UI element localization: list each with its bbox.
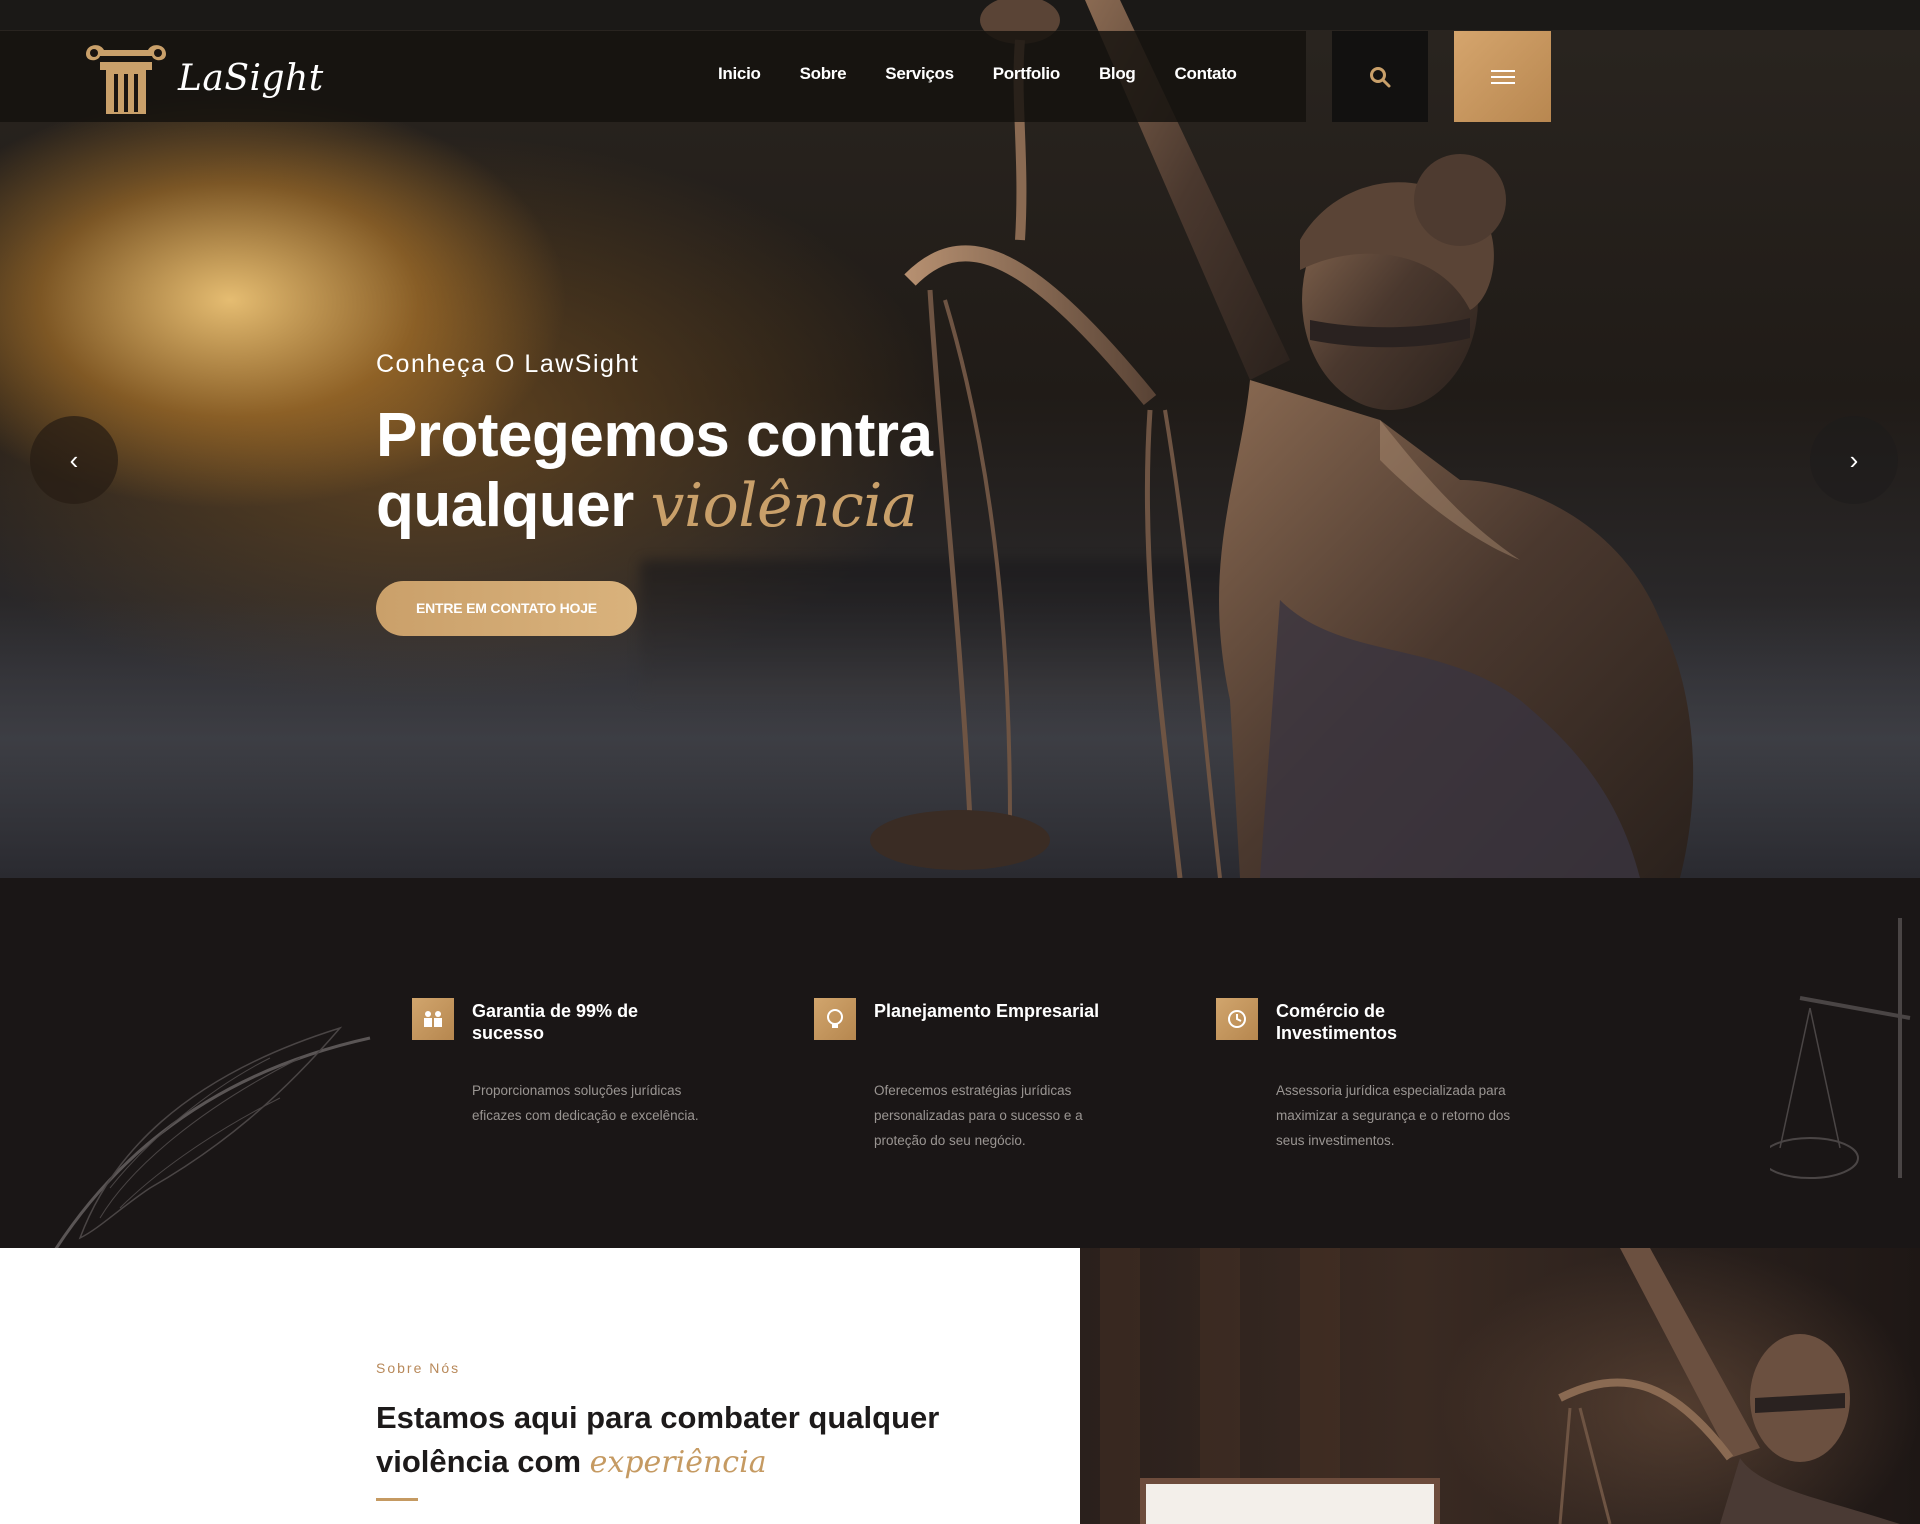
- about-image-frame: [1140, 1478, 1440, 1524]
- feature-text: Assessoria jurídica especializada para m…: [1276, 1083, 1511, 1148]
- contact-cta-button[interactable]: ENTRE EM CONTATO HOJE: [376, 581, 637, 636]
- clock-icon: [1216, 998, 1258, 1040]
- feature-title: Planejamento Empresarial: [874, 1001, 1100, 1021]
- slider-prev-button[interactable]: ‹: [30, 416, 118, 504]
- column-icon: [86, 45, 166, 114]
- bookshelf-decoration: [1100, 1248, 1140, 1524]
- about-title-accent: experiência: [589, 1445, 767, 1480]
- features-section: Garantia de 99% de sucesso Proporcionamo…: [0, 878, 1920, 1248]
- chevron-left-icon: ‹: [69, 444, 79, 475]
- lady-justice-small-image: [1558, 1248, 1900, 1524]
- hero-title: Protegemos contra qualquer violência: [376, 401, 1076, 541]
- about-title: Estamos aqui para combater qualquer viol…: [376, 1396, 1016, 1485]
- feature-text: Proporcionamos soluções jurídicas eficaz…: [472, 1083, 699, 1123]
- nav-item-sobre[interactable]: Sobre: [800, 64, 847, 84]
- chevron-right-icon: ›: [1849, 444, 1859, 475]
- hamburger-menu-icon: [1490, 66, 1515, 88]
- search-button[interactable]: [1332, 31, 1428, 122]
- brand-name: LaSight: [178, 57, 324, 99]
- search-icon: [1370, 66, 1391, 87]
- hero-kicker: Conheça O LawSight: [376, 350, 640, 378]
- feather-illustration: [54, 1026, 371, 1248]
- about-kicker: Sobre Nós: [376, 1360, 461, 1376]
- bulb-icon: [814, 998, 856, 1040]
- people-icon: [412, 998, 454, 1040]
- hero-title-line1: Protegemos contra: [376, 401, 933, 470]
- menu-button[interactable]: [1454, 31, 1551, 122]
- about-image: [1080, 1248, 1920, 1524]
- feature-text: Oferecemos estratégias jurídicas persona…: [874, 1083, 1083, 1148]
- nav-item-portfolio[interactable]: Portfolio: [993, 64, 1060, 84]
- hero-title-line2: qualquer: [376, 471, 634, 540]
- scale-illustration: [1770, 918, 1911, 1179]
- nav-item-servicos[interactable]: Serviços: [885, 64, 954, 84]
- slider-next-button[interactable]: ›: [1810, 416, 1898, 504]
- nav-item-inicio[interactable]: Inicio: [718, 64, 761, 84]
- nav-item-contato[interactable]: Contato: [1175, 64, 1237, 84]
- logo[interactable]: LaSight: [80, 40, 324, 116]
- feature-title: Garantia de 99% de sucesso: [472, 1001, 639, 1043]
- about-divider: [376, 1498, 418, 1501]
- nav-item-blog[interactable]: Blog: [1099, 64, 1136, 84]
- about-section: Sobre Nós Estamos aqui para combater qua…: [0, 1248, 1080, 1524]
- main-nav: Inicio Sobre Serviços Portfolio Blog Con…: [718, 64, 1276, 84]
- feature-title: Comércio de Investimentos: [1276, 1001, 1398, 1043]
- hero-slider: LaSight Inicio Sobre Serviços Portfolio …: [0, 0, 1920, 878]
- hero-content: Conheça O LawSight Protegemos contra qua…: [376, 350, 1076, 636]
- hero-title-accent: violência: [650, 471, 918, 541]
